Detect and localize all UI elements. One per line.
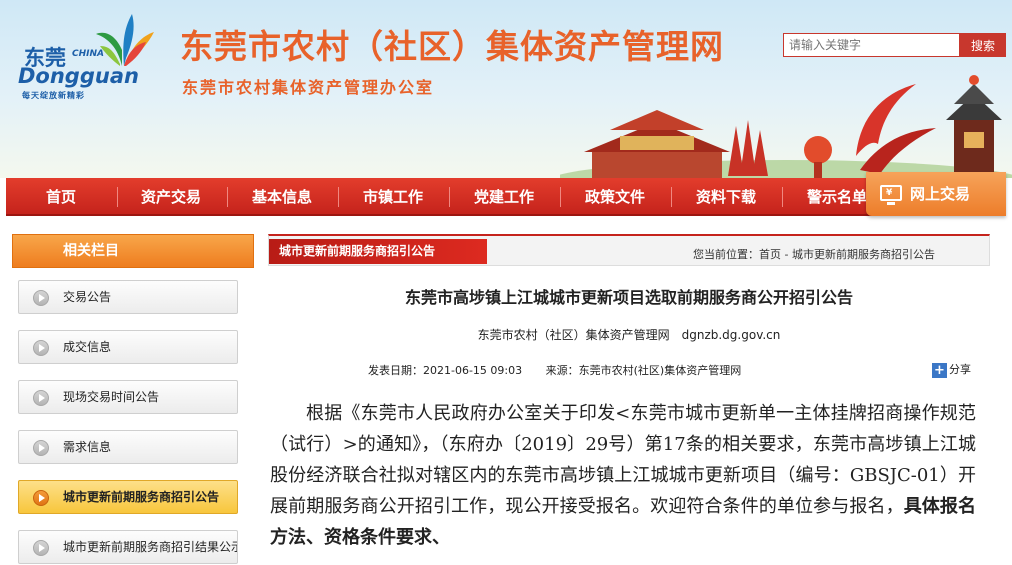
article-body: 根据《东莞市人民政府办公室关于印发<东莞市城市更新单一主体挂牌招商操作规范（试行… [270,398,976,553]
nav-divider [671,187,672,207]
share-label: 分享 [949,363,971,376]
logo-china-text: CHINA [72,49,104,59]
play-arrow-icon [33,440,49,456]
nav-divider [782,187,783,207]
section-tag: 城市更新前期服务商招引公告 [269,239,487,264]
sidebar-item-label: 城市更新前期服务商招引公告 [63,490,220,504]
play-arrow-icon [33,290,49,306]
site-subtitle: 东莞市农村集体资产管理办公室 [182,78,435,97]
sidebar-item-label: 城市更新前期服务商招引结果公示 [63,540,238,554]
play-arrow-icon [33,540,49,556]
article-meta: 发表日期：2021-06-15 09:03 来源：东莞市农村(社区)集体资产管理… [368,362,741,378]
play-arrow-icon [33,340,49,356]
play-arrow-icon [33,490,49,506]
nav-item-home[interactable]: 首页 [11,178,111,216]
search-button[interactable]: 搜索 [960,33,1006,57]
nav-divider [560,187,561,207]
nav-divider [227,187,228,207]
breadcrumb-label: 您当前位置： [693,248,759,261]
nav-divider [117,187,118,207]
article-source-line: 东莞市农村（社区）集体资产管理网 dgnzb.dg.gov.cn [477,328,781,342]
from-value: 东莞市农村(社区)集体资产管理网 [578,364,742,377]
nav-divider [338,187,339,207]
nav-item-basic-info[interactable]: 基本信息 [232,178,332,216]
nav-item-downloads[interactable]: 资料下载 [676,178,776,216]
sidebar-item-label: 成交信息 [63,340,112,354]
site-title: 东莞市农村（社区）集体资产管理网 [180,27,724,66]
from-label: 来源： [545,364,579,377]
share-button[interactable]: + 分享 [932,361,971,378]
header-landmarks-illustration [560,75,1012,178]
main-nav: 首页 资产交易 基本信息 市镇工作 党建工作 政策文件 资料下载 警示名单 ¥ … [6,172,1006,216]
site-logo[interactable]: 东莞 CHINA Dongguan 每天绽放新精彩 [14,8,162,104]
sidebar-item-demand-info[interactable]: 需求信息 [18,430,238,464]
sidebar-item-deal-info[interactable]: 成交信息 [18,330,238,364]
article-title: 东莞市高埗镇上江城城市更新项目选取前期服务商公开招引公告 [404,288,853,307]
search-input[interactable] [783,33,960,57]
nav-item-policy[interactable]: 政策文件 [565,178,665,216]
logo-en-text: Dongguan [18,64,139,88]
nav-item-town-work[interactable]: 市镇工作 [343,178,443,216]
play-arrow-icon [33,390,49,406]
breadcrumb-bar: 城市更新前期服务商招引公告 您当前位置：首页 - 城市更新前期服务商招引公告 [268,234,990,266]
publish-date: 2021-06-15 09:03 [423,364,523,377]
nav-divider [449,187,450,207]
article-body-text: 根据《东莞市人民政府办公室关于印发<东莞市城市更新单一主体挂牌招商操作规范（试行… [270,403,976,517]
site-header: 东莞 CHINA Dongguan 每天绽放新精彩 东莞市农村（社区）集体资产管… [0,0,1012,178]
sidebar-item-label: 现场交易时间公告 [63,390,160,404]
sidebar-item-renewal-notice[interactable]: 城市更新前期服务商招引公告 [18,480,238,514]
monitor-icon: ¥ [880,185,902,205]
plus-icon: + [932,362,947,378]
publish-label: 发表日期： [368,364,423,377]
nav-item-party-work[interactable]: 党建工作 [454,178,554,216]
nav-item-asset-trade[interactable]: 资产交易 [121,178,221,216]
sidebar-item-trade-notice[interactable]: 交易公告 [18,280,238,314]
search-box: 搜索 [783,33,1006,57]
breadcrumb-path[interactable]: 首页 - 城市更新前期服务商招引公告 [759,248,935,261]
sidebar-item-onsite-schedule[interactable]: 现场交易时间公告 [18,380,238,414]
sidebar-heading: 相关栏目 [12,234,254,268]
main-content: 城市更新前期服务商招引公告 您当前位置：首页 - 城市更新前期服务商招引公告 东… [268,234,990,565]
online-trade-label: 网上交易 [910,185,971,203]
sidebar-item-renewal-results[interactable]: 城市更新前期服务商招引结果公示 [18,530,238,564]
logo-slogan: 每天绽放新精彩 [22,91,85,100]
sidebar-item-label: 交易公告 [63,290,112,304]
breadcrumb: 您当前位置：首页 - 城市更新前期服务商招引公告 [693,246,935,262]
sidebar: 相关栏目 交易公告 成交信息 现场交易时间公告 需求信息 城市更新前期服务商招引… [12,234,254,564]
online-trade-button[interactable]: ¥ 网上交易 [866,172,1006,216]
sidebar-item-label: 需求信息 [63,440,112,454]
